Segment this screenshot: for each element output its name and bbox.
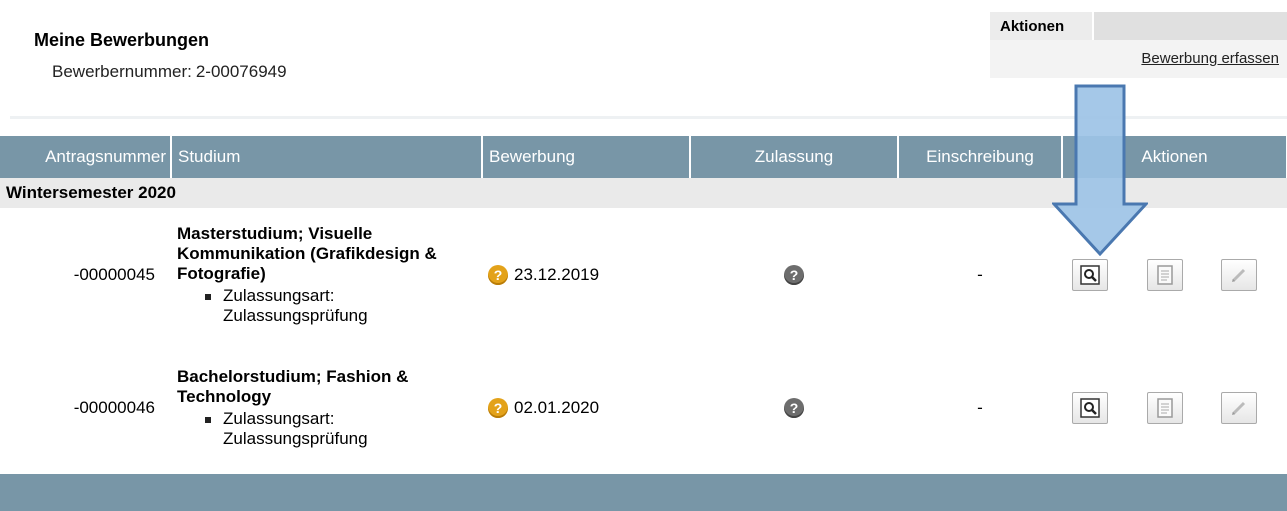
magnifier-icon [1080, 398, 1100, 418]
table-row: -00000046 Bachelorstudium; Fashion & Tec… [0, 342, 1287, 474]
question-mark-icon[interactable]: ? [488, 265, 508, 286]
application-number: -00000046 [0, 342, 171, 474]
applicant-number-line: Bewerbernummer: 2-00076949 [52, 62, 287, 82]
question-mark-icon[interactable]: ? [784, 398, 804, 419]
application-date: 23.12.2019 [514, 264, 600, 284]
actions-panel: Aktionen Bewerbung erfassen [990, 12, 1287, 78]
question-mark-icon[interactable]: ? [488, 398, 508, 419]
actions-panel-header-fill [1094, 12, 1287, 40]
study-title: Bachelorstudium; Fashion & Technology [177, 367, 409, 406]
admission-type-label: Zulassungsart: [223, 409, 335, 428]
study-title: Masterstudium; Visuelle Kommunikation (G… [177, 224, 437, 283]
question-mark-icon[interactable]: ? [784, 265, 804, 286]
pointer-arrow-icon [1052, 84, 1148, 256]
pencil-icon [1232, 268, 1246, 283]
column-header-antragsnummer[interactable]: Antragsnummer [0, 136, 172, 178]
study-details: Zulassungsart: Zulassungsprüfung [177, 409, 481, 449]
edit-button[interactable] [1221, 259, 1258, 291]
document-button[interactable] [1146, 392, 1183, 424]
application-status-cell: ? 02.01.2020 [482, 342, 690, 474]
admission-status-cell: ? [690, 342, 898, 474]
column-header-zulassung[interactable]: Zulassung [690, 136, 899, 178]
application-number: -00000045 [0, 208, 171, 342]
application-status-cell: ? 23.12.2019 [482, 208, 690, 342]
edit-button[interactable] [1221, 392, 1258, 424]
actions-panel-heading: Aktionen [990, 12, 1094, 40]
document-icon [1156, 265, 1173, 285]
table-footer-bar [0, 474, 1287, 511]
magnifier-icon [1080, 265, 1100, 285]
admission-type-value: Zulassungsprüfung [223, 306, 368, 325]
document-icon [1156, 398, 1173, 418]
study-cell: Masterstudium; Visuelle Kommunikation (G… [171, 208, 482, 342]
create-application-link[interactable]: Bewerbung erfassen [1141, 50, 1279, 67]
admission-type-value: Zulassungsprüfung [223, 429, 368, 448]
admission-type: Zulassungsart: Zulassungsprüfung [205, 286, 481, 326]
application-date: 02.01.2020 [514, 397, 600, 417]
enrollment-status: - [898, 342, 1062, 474]
study-details: Zulassungsart: Zulassungsprüfung [177, 286, 481, 326]
admission-status-cell: ? [690, 208, 898, 342]
applicant-number-label: Bewerbernummer: [52, 62, 192, 81]
study-cell: Bachelorstudium; Fashion & Technology Zu… [171, 342, 482, 474]
pencil-icon [1232, 401, 1246, 416]
document-button[interactable] [1146, 259, 1183, 291]
column-header-studium[interactable]: Studium [171, 136, 483, 178]
admission-type-label: Zulassungsart: [223, 286, 335, 305]
column-header-einschreibung[interactable]: Einschreibung [898, 136, 1063, 178]
view-button[interactable] [1072, 392, 1108, 424]
column-header-bewerbung[interactable]: Bewerbung [482, 136, 691, 178]
page-title: Meine Bewerbungen [34, 30, 210, 50]
row-actions [1062, 342, 1287, 474]
enrollment-status: - [898, 208, 1062, 342]
view-button[interactable] [1072, 259, 1108, 291]
admission-type: Zulassungsart: Zulassungsprüfung [205, 409, 481, 449]
applicant-number-value: 2-00076949 [195, 62, 287, 81]
